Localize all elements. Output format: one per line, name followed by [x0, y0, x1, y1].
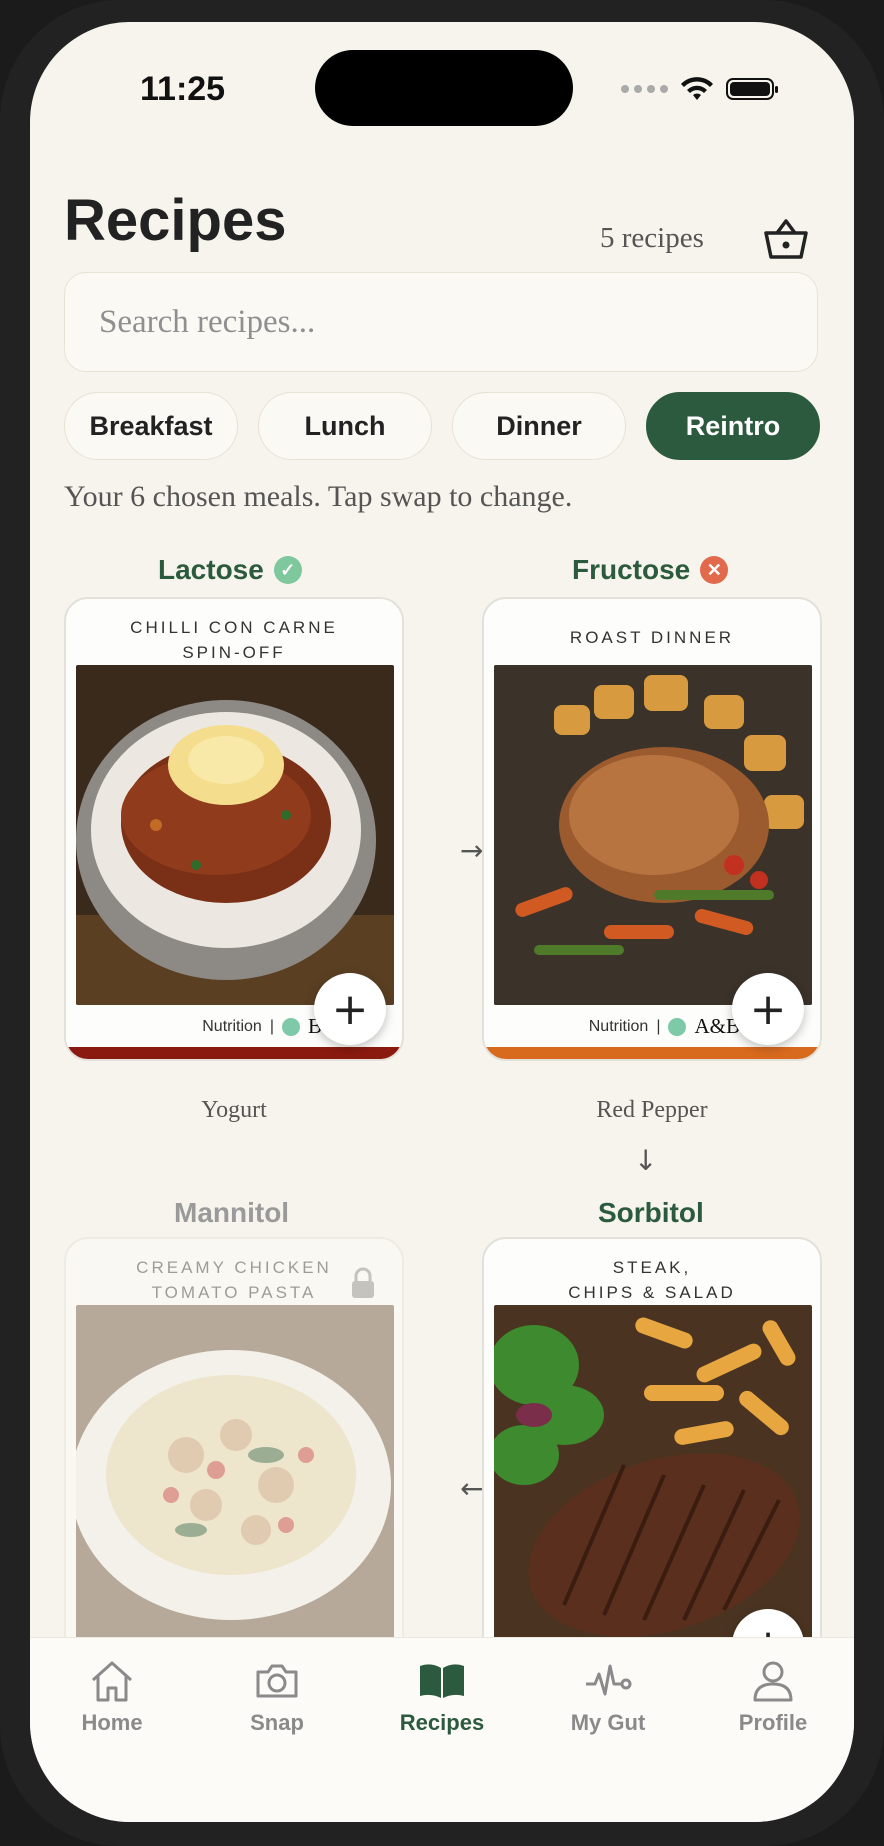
- cellular-icon: [621, 85, 668, 93]
- chip-breakfast[interactable]: Breakfast: [64, 392, 238, 460]
- home-icon: [91, 1661, 133, 1702]
- tab-label: Home: [81, 1710, 143, 1735]
- tab-snap[interactable]: Snap: [207, 1658, 347, 1736]
- nutrition-label: Nutrition: [202, 1017, 262, 1035]
- recipe-count: 5 recipes: [600, 222, 704, 254]
- person-icon: [753, 1661, 793, 1702]
- nutrition-info: Nutrition | B: [202, 1014, 322, 1038]
- slot-title-label: Fructose: [572, 554, 691, 585]
- slot-title-label: Mannitol: [174, 1197, 290, 1228]
- card-stripe: [66, 1047, 402, 1059]
- arrow-down-icon: ↓: [634, 1144, 658, 1177]
- nutrition-dot: [281, 1017, 300, 1036]
- slot-title-sorbitol: Sorbitol: [598, 1197, 704, 1229]
- arrow-right-icon: →: [460, 834, 484, 867]
- recipe-name: CHILLI CON CARNE SPIN-OFF: [130, 618, 338, 662]
- search-input[interactable]: [65, 273, 817, 371]
- card-stripe: [484, 1047, 820, 1059]
- book-icon: [420, 1664, 464, 1698]
- tab-my-gut[interactable]: My Gut: [538, 1658, 678, 1736]
- category-chips: Breakfast Lunch Dinner Reintro: [64, 392, 824, 460]
- recipe-image-chilli: [76, 665, 394, 1005]
- check-icon: ✓: [273, 556, 302, 584]
- screen: 11:25 Recipes 5 recipes Breakfast Lunch …: [30, 22, 854, 1822]
- wifi-icon: [681, 77, 713, 100]
- dynamic-island: [315, 50, 573, 126]
- page-title: Recipes: [64, 188, 287, 253]
- cross-icon: ✕: [700, 556, 729, 584]
- search-box[interactable]: [64, 272, 818, 372]
- add-button[interactable]: +: [314, 973, 386, 1045]
- tab-label: My Gut: [570, 1710, 646, 1735]
- pulse-icon: [586, 1664, 632, 1696]
- nutrition-dot: [668, 1017, 687, 1036]
- chip-lunch[interactable]: Lunch: [258, 392, 432, 460]
- recipe-name: ROAST DINNER: [569, 628, 735, 647]
- chip-reintro[interactable]: Reintro: [646, 392, 820, 460]
- phone-frame: 11:25 Recipes 5 recipes Breakfast Lunch …: [0, 0, 884, 1846]
- chip-dinner[interactable]: Dinner: [452, 392, 626, 460]
- tab-label: Snap: [250, 1710, 304, 1735]
- recipe-card-steak[interactable]: STEAK, CHIPS & SALAD +: [482, 1237, 822, 1667]
- nutrition-info: Nutrition | A&B: [588, 1014, 740, 1038]
- tab-home[interactable]: Home: [42, 1658, 182, 1736]
- recipe-card-roast[interactable]: ROAST DINNER Nutrition | A&B +: [482, 597, 822, 1061]
- recipe-card-pasta[interactable]: CREAMY CHICKEN TOMATO PASTA: [64, 1237, 404, 1667]
- recipe-image-roast: [494, 665, 812, 1005]
- slot-title-mannitol: Mannitol: [174, 1197, 289, 1229]
- slot-title-label: Sorbitol: [598, 1197, 704, 1228]
- tab-profile[interactable]: Profile: [703, 1658, 843, 1736]
- camera-icon: [256, 1664, 298, 1698]
- status-time: 11:25: [140, 70, 226, 108]
- tab-label: Profile: [738, 1710, 808, 1735]
- recipe-card-chilli[interactable]: CHILLI CON CARNE SPIN-OFF Nutrition | B +: [64, 597, 404, 1061]
- arrow-left-icon: ←: [460, 1472, 484, 1505]
- basket-icon[interactable]: [762, 217, 810, 261]
- tab-label: Recipes: [399, 1710, 485, 1735]
- swap-link-red-pepper[interactable]: Red Pepper: [482, 1097, 822, 1124]
- slot-title-fructose: Fructose ✕: [572, 554, 729, 586]
- slot-title-label: Lactose: [158, 554, 264, 585]
- lock-icon: [352, 1267, 374, 1298]
- swap-link-yogurt[interactable]: Yogurt: [64, 1097, 404, 1124]
- hint-text: Your 6 chosen meals. Tap swap to change.: [64, 480, 573, 513]
- tab-bar: Home Snap Recipes My Gut Profile: [30, 1637, 854, 1822]
- recipe-image-pasta: [76, 1305, 394, 1645]
- recipe-name: STEAK, CHIPS & SALAD: [568, 1258, 736, 1302]
- slot-title-lactose: Lactose ✓: [158, 554, 302, 586]
- add-button[interactable]: +: [732, 973, 804, 1045]
- battery-icon: [726, 78, 778, 100]
- nutrition-label: Nutrition: [588, 1017, 649, 1035]
- tab-recipes[interactable]: Recipes: [372, 1658, 512, 1736]
- recipe-image-steak: [494, 1305, 812, 1645]
- status-icons: [621, 76, 778, 102]
